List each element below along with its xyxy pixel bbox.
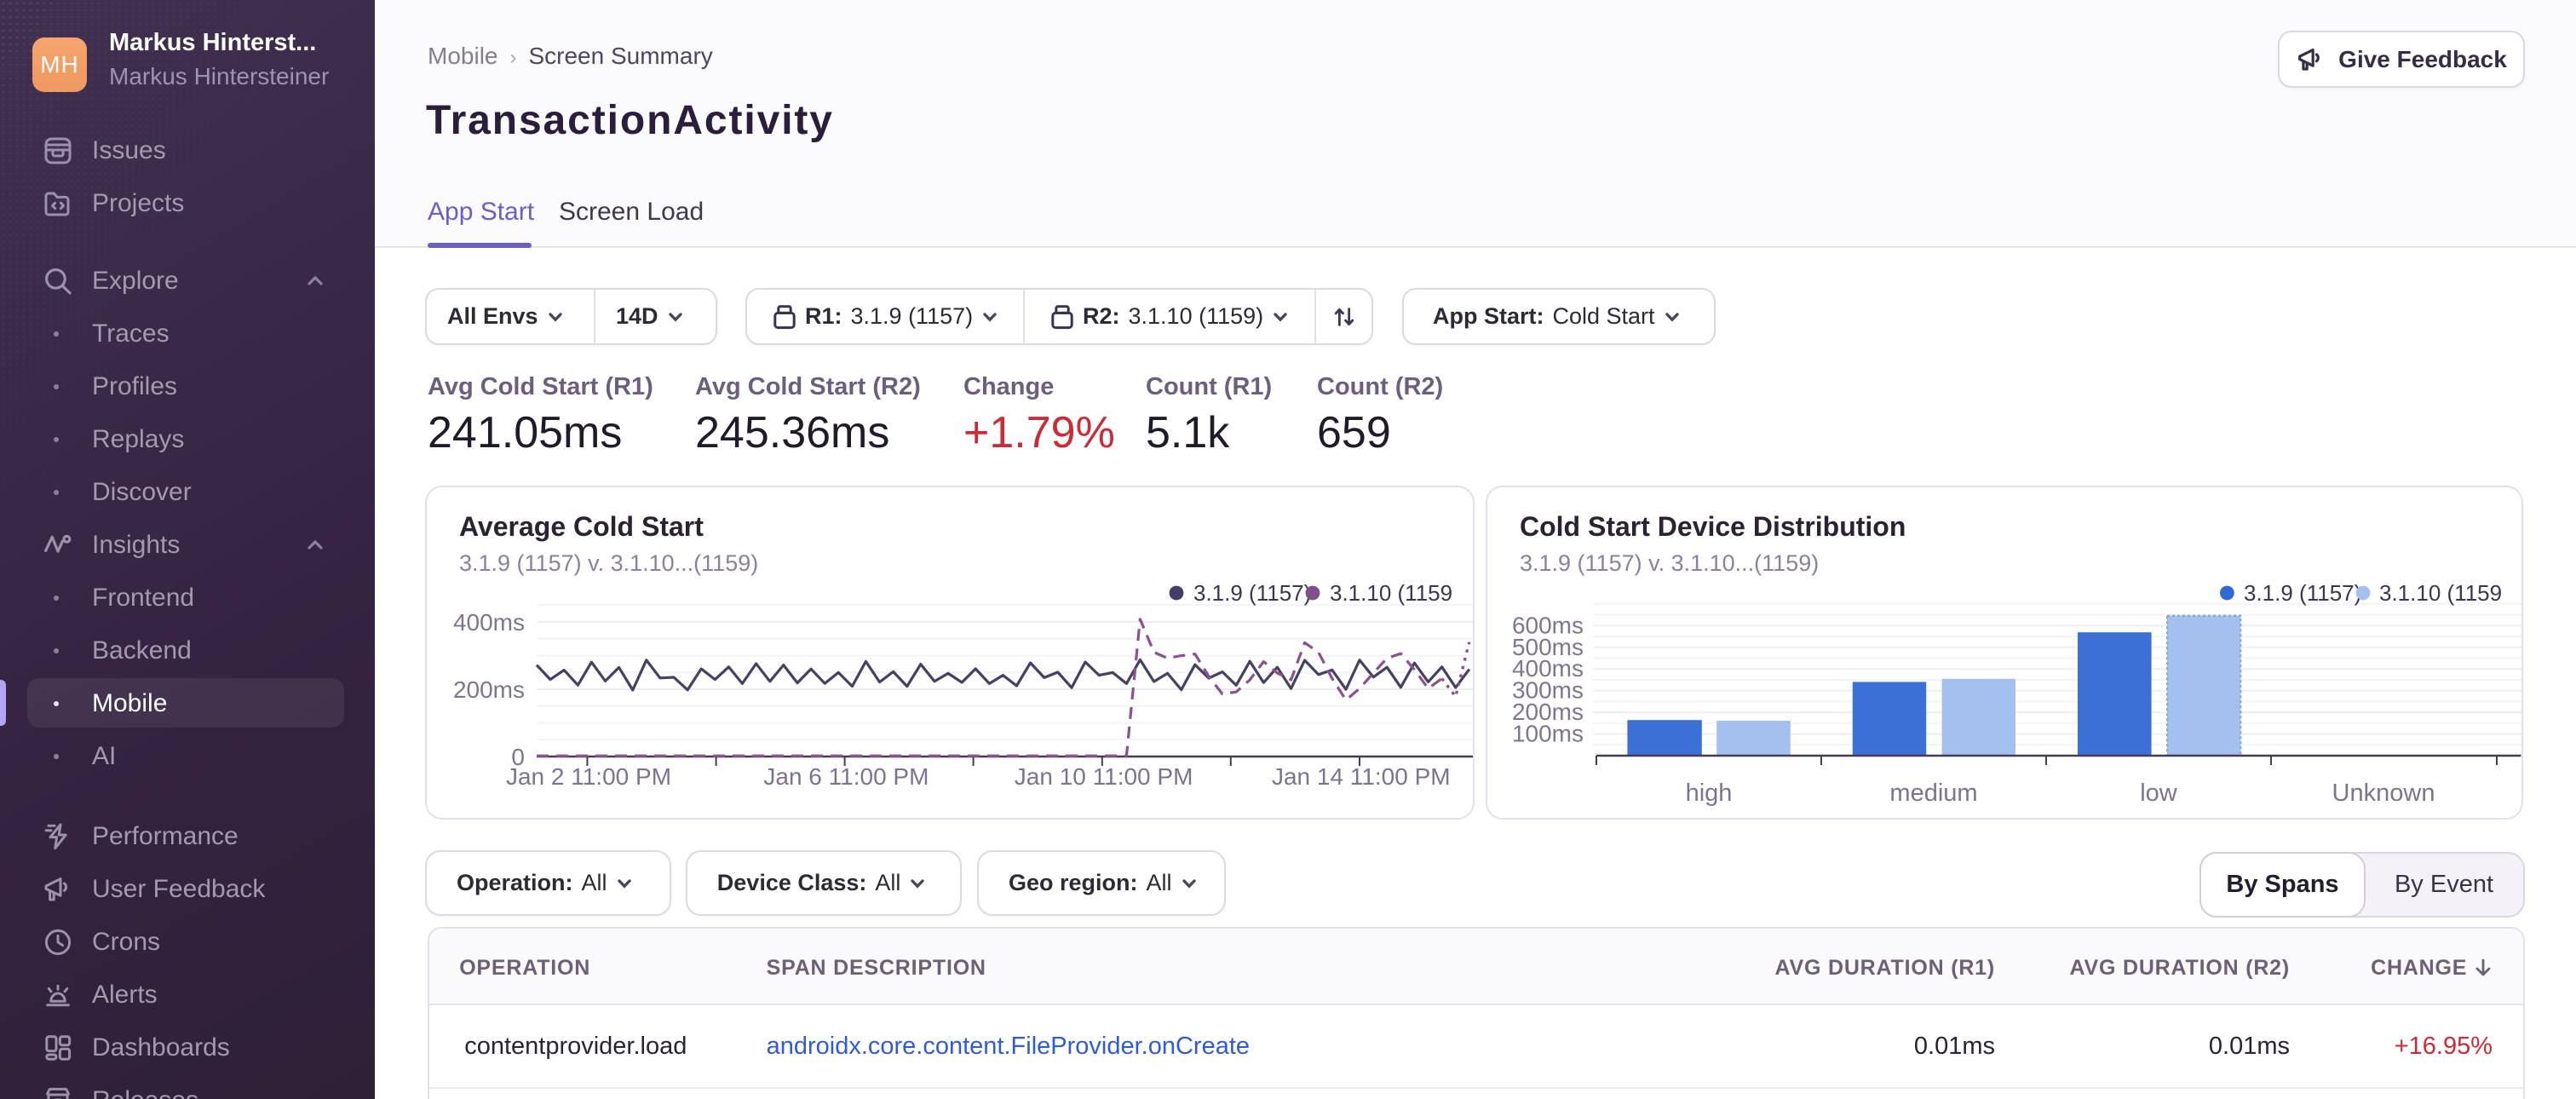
svg-text:medium: medium <box>1889 780 1977 807</box>
svg-text:Jan 6 11:00 PM: Jan 6 11:00 PM <box>763 763 929 790</box>
svg-text:400ms: 400ms <box>453 609 525 636</box>
svg-text:Jan 2 11:00 PM: Jan 2 11:00 PM <box>506 763 671 790</box>
svg-text:3.1.10 (1159: 3.1.10 (1159 <box>1330 580 1452 606</box>
svg-text:3.1.9 (1157): 3.1.9 (1157) <box>2244 580 2361 606</box>
svg-text:100ms: 100ms <box>1512 721 1584 747</box>
svg-text:high: high <box>1686 780 1733 807</box>
svg-text:Unknown: Unknown <box>2332 780 2435 807</box>
svg-text:low: low <box>2140 780 2178 807</box>
svg-text:3.1.9 (1157): 3.1.9 (1157) <box>1193 580 1311 606</box>
svg-text:Jan 10 11:00 PM: Jan 10 11:00 PM <box>1015 763 1193 790</box>
svg-text:200ms: 200ms <box>453 676 525 703</box>
svg-text:3.1.10 (1159: 3.1.10 (1159 <box>2379 580 2502 606</box>
svg-text:Jan 14 11:00 PM: Jan 14 11:00 PM <box>1272 763 1451 790</box>
